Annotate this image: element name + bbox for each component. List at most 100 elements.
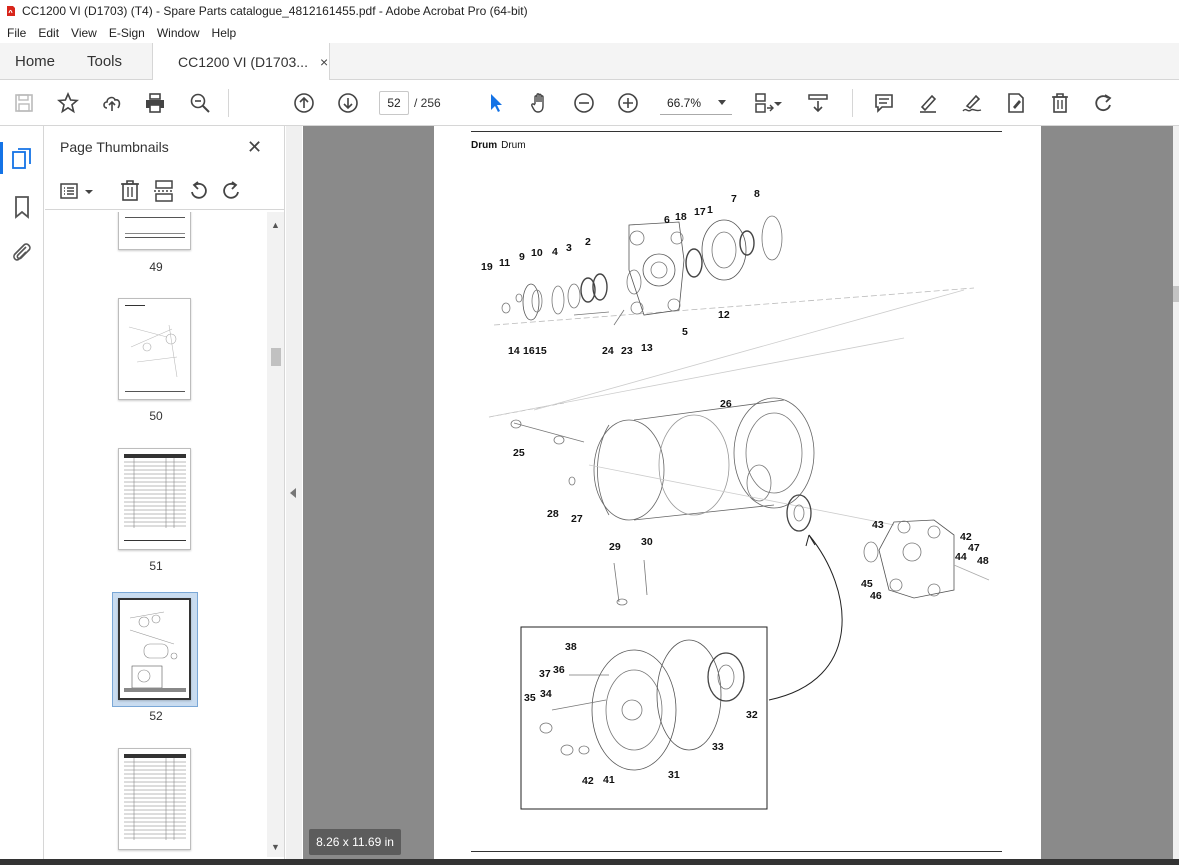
zoom-out-icon[interactable]	[572, 91, 596, 115]
toolbar-separator	[852, 89, 853, 117]
thumbnail-page[interactable]	[118, 448, 191, 550]
callout-label: 28	[547, 508, 559, 520]
thumbnail-label: 51	[149, 559, 163, 573]
callout-label: 3	[566, 242, 572, 254]
callout-label: 32	[746, 709, 758, 721]
menu-help[interactable]: Help	[206, 26, 243, 40]
exploded-parts-drawing: 19 11 9 10 4 3 2 6 18 17 1 7 8 12 14 16 …	[481, 188, 990, 810]
page-down-icon[interactable]	[336, 91, 360, 115]
callout-label: 44	[955, 551, 967, 563]
document-scrollbar[interactable]	[1173, 126, 1179, 859]
callout-label: 47	[968, 542, 980, 554]
save-icon[interactable]	[12, 91, 36, 115]
thumbnail-page[interactable]	[118, 212, 191, 250]
sign-icon[interactable]	[960, 91, 984, 115]
bookmark-icon[interactable]	[10, 195, 34, 219]
close-panel-icon[interactable]: ✕	[247, 137, 262, 158]
page-thumbnails-panel: Page Thumbnails ✕ 49 50 51 52 ▲ ▼	[45, 126, 285, 859]
page-total: / 256	[414, 96, 441, 110]
menu-view[interactable]: View	[65, 26, 103, 40]
page-display-dropdown-icon[interactable]	[771, 91, 785, 115]
callout-label: 16	[523, 345, 535, 357]
scroll-mode-icon[interactable]	[806, 91, 830, 115]
thumbnail-drawing	[124, 604, 186, 694]
callout-label: 12	[718, 309, 730, 321]
document-viewer[interactable]: Drum Drum 19 11 9 10 4 3 2 6 18 17 1 7 8…	[303, 126, 1173, 859]
insert-page-icon[interactable]	[152, 179, 176, 203]
upload-icon[interactable]	[100, 91, 124, 115]
thumbnail-page-selected[interactable]	[118, 598, 191, 700]
thumbnail-drawing	[128, 324, 178, 378]
menu-edit[interactable]: Edit	[32, 26, 65, 40]
delete-icon[interactable]	[1048, 91, 1072, 115]
thumbnail-list[interactable]: 49 50 51 52	[45, 212, 267, 857]
chevron-down-icon[interactable]	[83, 179, 95, 203]
menu-file[interactable]: File	[1, 26, 32, 40]
page-thumbnails-icon[interactable]	[10, 147, 34, 171]
rotate-cw-icon[interactable]	[220, 179, 244, 203]
callout-label: 18	[675, 211, 687, 223]
acrobat-logo-icon	[7, 6, 15, 16]
thumbnail-label: 50	[149, 409, 163, 423]
zoom-search-icon[interactable]	[188, 91, 212, 115]
chevron-down-icon	[718, 100, 726, 105]
panel-collapse-handle[interactable]	[286, 126, 302, 859]
delete-page-icon[interactable]	[118, 179, 142, 203]
comment-icon[interactable]	[872, 91, 896, 115]
scrollbar-thumb[interactable]	[271, 348, 281, 366]
callout-label: 38	[565, 641, 577, 653]
callout-label: 37	[539, 668, 551, 680]
tab-document-label: CC1200 VI (D1703...	[178, 54, 308, 70]
zoom-select[interactable]: 66.7%	[660, 91, 732, 115]
menu-window[interactable]: Window	[151, 26, 206, 40]
hand-icon[interactable]	[528, 91, 552, 115]
callout-label: 10	[531, 247, 543, 259]
callout-label: 23	[621, 345, 633, 357]
thumbnail-page[interactable]	[118, 748, 191, 850]
toolbar-separator	[228, 89, 229, 117]
thumbnail-scrollbar[interactable]: ▲ ▼	[267, 212, 284, 857]
tab-close-icon[interactable]: ×	[320, 54, 328, 70]
callout-label: 25	[513, 447, 525, 459]
callout-label: 6	[664, 214, 670, 226]
zoom-in-icon[interactable]	[616, 91, 640, 115]
callout-label: 9	[519, 251, 525, 263]
tab-bar: Home Tools CC1200 VI (D1703... ×	[0, 43, 1179, 81]
menu-bar: File Edit View E-Sign Window Help	[0, 22, 1179, 43]
fill-sign-icon[interactable]	[1004, 91, 1028, 115]
scrollbar-thumb[interactable]	[1173, 286, 1179, 302]
highlight-icon[interactable]	[916, 91, 940, 115]
left-rail	[0, 126, 44, 859]
callout-label: 2	[585, 236, 591, 248]
title-bar: CC1200 VI (D1703) (T4) - Spare Parts cat…	[0, 0, 1179, 22]
callout-label: 42	[582, 775, 594, 787]
thumbnail-options-icon[interactable]	[59, 179, 83, 203]
thumbnail-table	[124, 454, 186, 541]
callout-label: 30	[641, 536, 653, 548]
rotate-ccw-icon[interactable]	[186, 179, 210, 203]
bookmark-star-icon[interactable]	[56, 91, 80, 115]
window-title: CC1200 VI (D1703) (T4) - Spare Parts cat…	[22, 4, 528, 18]
tab-home[interactable]: Home	[15, 43, 55, 80]
scroll-up-icon[interactable]: ▲	[271, 220, 280, 230]
tab-tools[interactable]: Tools	[87, 43, 122, 80]
attachment-icon[interactable]	[10, 240, 34, 264]
thumbnail-page[interactable]	[118, 298, 191, 400]
rotate-icon[interactable]	[1092, 91, 1116, 115]
print-icon[interactable]	[143, 91, 167, 115]
main-toolbar	[0, 80, 1179, 126]
page-size-badge: 8.26 x 11.69 in	[309, 829, 401, 855]
thumbnail-table	[124, 754, 186, 840]
callout-label: 43	[872, 519, 884, 531]
taskbar-strip	[0, 859, 1179, 865]
page-up-icon[interactable]	[292, 91, 316, 115]
select-cursor-icon[interactable]	[484, 91, 508, 115]
menu-esign[interactable]: E-Sign	[103, 26, 151, 40]
tab-document[interactable]: CC1200 VI (D1703... ×	[152, 43, 330, 81]
page-number-input[interactable]: 52	[379, 91, 409, 115]
callout-label: 11	[499, 257, 510, 269]
callout-label: 29	[609, 541, 621, 553]
scroll-down-icon[interactable]: ▼	[271, 842, 280, 852]
callout-label: 7	[731, 193, 737, 205]
callout-label: 14	[508, 345, 520, 357]
